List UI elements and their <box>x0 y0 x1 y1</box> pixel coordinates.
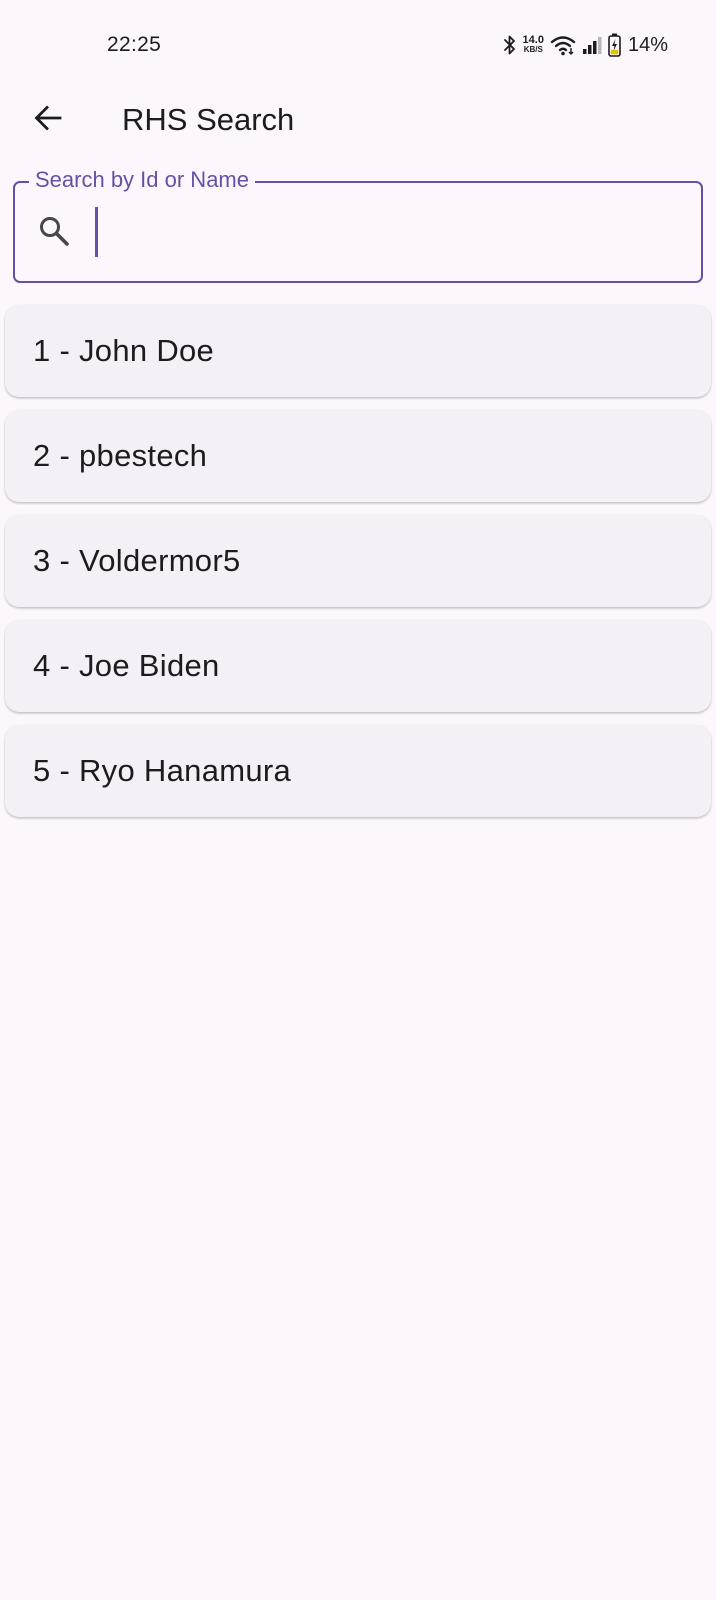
signal-icon <box>582 34 602 56</box>
search-field[interactable]: Search by Id or Name <box>13 167 703 283</box>
text-cursor <box>95 207 98 257</box>
status-bar: 22:25 14.0 KB/S 14% <box>0 0 716 90</box>
battery-charging-icon <box>608 33 621 57</box>
network-speed-unit: KB/S <box>523 45 543 54</box>
search-label: Search by Id or Name <box>29 167 255 193</box>
search-input[interactable] <box>93 205 687 261</box>
search-icon <box>37 214 73 250</box>
page-title: RHS Search <box>122 102 295 137</box>
list-item[interactable]: 4 - Joe Biden <box>5 620 711 712</box>
wifi-icon <box>550 34 576 56</box>
list-item[interactable]: 3 - Voldermor5 <box>5 515 711 607</box>
network-speed: 14.0 KB/S <box>522 34 544 55</box>
list-item-label: 1 - John Doe <box>33 333 215 368</box>
arrow-left-icon <box>33 103 63 138</box>
result-list: 1 - John Doe 2 - pbestech 3 - Voldermor5… <box>5 305 711 830</box>
list-item[interactable]: 1 - John Doe <box>5 305 711 397</box>
list-item-label: 4 - Joe Biden <box>33 648 220 683</box>
list-item-label: 2 - pbestech <box>33 438 208 473</box>
battery-percent: 14% <box>627 33 668 56</box>
network-speed-value: 14.0 <box>522 34 544 46</box>
list-item-label: 5 - Ryo Hanamura <box>33 753 292 788</box>
list-item-label: 3 - Voldermor5 <box>33 543 241 578</box>
status-time: 22:25 <box>107 33 162 56</box>
back-button[interactable] <box>22 94 74 146</box>
bluetooth-icon <box>503 34 517 56</box>
status-icons: 14.0 KB/S 14% <box>503 32 668 58</box>
list-item[interactable]: 5 - Ryo Hanamura <box>5 725 711 817</box>
app-bar: RHS Search <box>0 90 716 150</box>
list-item[interactable]: 2 - pbestech <box>5 410 711 502</box>
